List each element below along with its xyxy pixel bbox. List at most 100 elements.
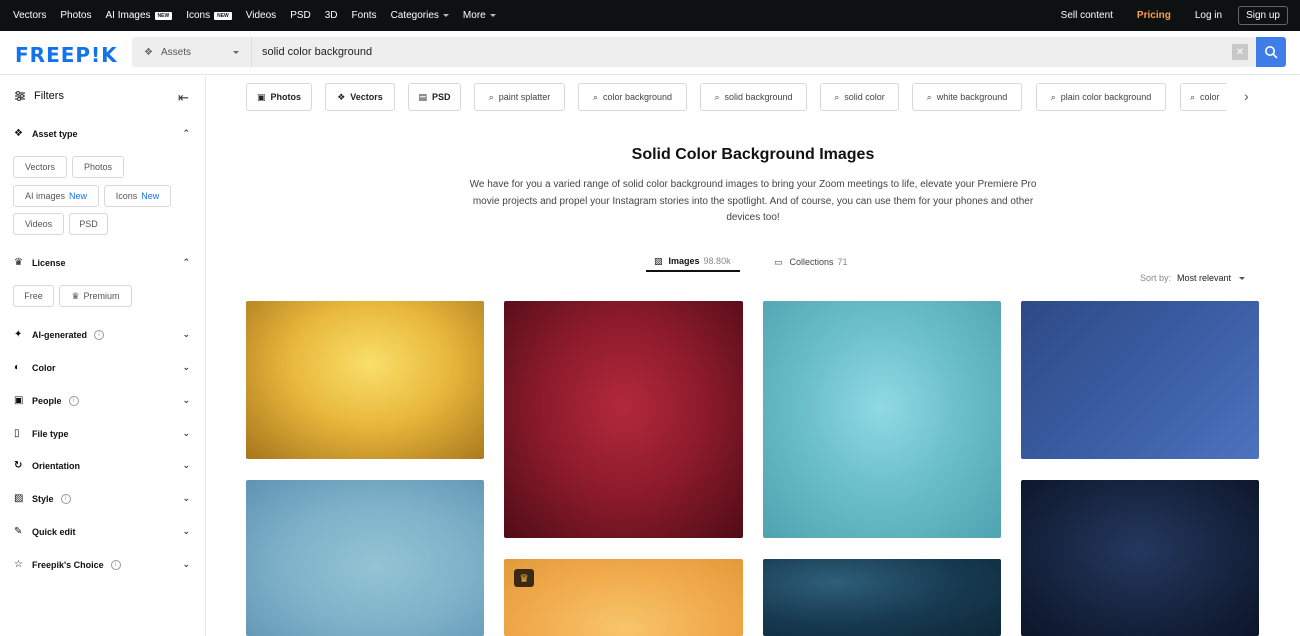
assets-dropdown[interactable]: ❖ Assets [132, 37, 252, 67]
info-icon[interactable]: i [110, 559, 121, 570]
tag-color[interactable]: ⌕ color [1180, 83, 1226, 111]
search-icon: ⌕ [926, 91, 932, 102]
nav-ai-images-label: AI Images [105, 10, 151, 21]
nav-icons[interactable]: Icons NEW [186, 10, 232, 21]
tag-plain-color-background[interactable]: ⌕ plain color background [1036, 83, 1166, 111]
chip-free[interactable]: Free [13, 285, 54, 307]
tab-collections[interactable]: ▭ Collections 71 [774, 252, 848, 272]
tag-white-background[interactable]: ⌕ white background [912, 83, 1022, 111]
quick-edit-section[interactable]: ✎ Quick edit ⌄ [14, 526, 190, 537]
collapse-sidebar-button[interactable]: ⇤ [178, 90, 189, 106]
nav-more[interactable]: More [463, 10, 496, 21]
info-icon[interactable]: i [68, 395, 79, 406]
chevron-down-icon: ⌄ [182, 428, 190, 438]
sort-label: Sort by: [1140, 273, 1172, 283]
chevron-down-icon: ⌄ [182, 526, 190, 536]
rotate-icon: ↻ [14, 460, 23, 471]
chip-premium-label: Premium [83, 291, 120, 301]
sell-content-link[interactable]: Sell content [1061, 10, 1113, 21]
top-nav-account: Sell content Pricing Log in Sign up [1037, 6, 1300, 25]
result-image-light-blue[interactable] [246, 480, 484, 636]
search-icon: ⌕ [488, 91, 494, 102]
tag-label: solid background [724, 92, 793, 102]
chip-videos[interactable]: Videos [13, 213, 64, 235]
chevron-right-icon: › [1244, 88, 1249, 104]
tags-next-button[interactable]: › [1244, 88, 1249, 104]
quick-edit-label: Quick edit [32, 526, 76, 537]
tag-color-background[interactable]: ⌕ color background [578, 83, 687, 111]
nav-more-label: More [462, 10, 486, 21]
asset-type-section[interactable]: ❖ Asset type ⌃ [14, 128, 190, 139]
freepiks-choice-section[interactable]: ☆ Freepik's Choice i ⌄ [14, 559, 190, 570]
result-image-red[interactable] [504, 301, 743, 538]
nav-videos[interactable]: Videos [246, 10, 276, 21]
ai-generated-section[interactable]: ✦ AI-generated i ⌄ [14, 329, 190, 340]
chip-premium[interactable]: ♛ Premium [59, 285, 132, 307]
file-icon: ▯ [14, 428, 20, 439]
chip-ai-images-label: AI images [24, 191, 65, 201]
signup-button[interactable]: Sign up [1238, 6, 1288, 25]
tag-psd[interactable]: ▤ PSD [408, 83, 461, 111]
nav-fonts[interactable]: Fonts [352, 10, 377, 21]
file-type-section[interactable]: ▯ File type ⌄ [14, 428, 190, 439]
info-icon[interactable]: i [94, 329, 105, 340]
freepiks-choice-label: Freepik's Choice [32, 559, 104, 570]
license-section[interactable]: ♛ License ⌃ [14, 257, 190, 268]
result-image-teal[interactable] [763, 301, 1001, 538]
images-tab-icon: ▧ [654, 255, 663, 266]
page-description: We have for you a varied range of solid … [469, 179, 1037, 223]
tag-solid-color[interactable]: ⌕ solid color [820, 83, 899, 111]
nav-3d[interactable]: 3D [325, 10, 338, 21]
chip-ai-images[interactable]: AI images New [13, 185, 99, 207]
result-image-navy[interactable] [1021, 301, 1259, 459]
color-section[interactable]: ◐ Color ⌄ [14, 362, 190, 373]
search-icon: ⌕ [834, 91, 840, 102]
chevron-down-icon: ⌄ [182, 362, 190, 372]
nav-categories[interactable]: Categories [391, 10, 449, 21]
sort-dropdown[interactable]: Sort by: Most relevant [1140, 273, 1246, 283]
star-icon: ☆ [14, 559, 23, 570]
tag-label: Vectors [350, 92, 383, 102]
tab-images[interactable]: ▧ Images 98.80k [646, 252, 740, 272]
crown-icon: ♛ [14, 257, 23, 268]
result-image-orange[interactable]: ♛ [504, 559, 743, 636]
result-image-dark-teal[interactable] [763, 559, 1001, 636]
chevron-down-icon: ⌄ [182, 559, 190, 569]
chevron-down-icon: ⌄ [182, 493, 190, 503]
tab-images-count: 98.80k [703, 256, 731, 266]
tag-solid-background[interactable]: ⌕ solid background [700, 83, 807, 111]
chip-new-badge: New [69, 191, 88, 201]
search-header: FREEP!K ❖ Assets ✕ [0, 31, 1300, 75]
tag-photos[interactable]: ▣ Photos [246, 83, 312, 111]
color-label: Color [32, 362, 56, 373]
nav-vectors[interactable]: Vectors [13, 10, 46, 21]
nav-psd[interactable]: PSD [290, 10, 311, 21]
orientation-section[interactable]: ↻ Orientation ⌄ [14, 460, 190, 471]
search-icon: ⌕ [592, 91, 598, 102]
freepik-logo[interactable]: FREEP!K [15, 43, 118, 67]
chip-new-badge: New [141, 191, 160, 201]
tag-label: Photos [270, 92, 302, 102]
search-bar: ❖ Assets ✕ [132, 37, 1286, 67]
style-section[interactable]: ▨ Style i ⌄ [14, 493, 190, 504]
login-link[interactable]: Log in [1195, 10, 1222, 21]
search-icon [1265, 46, 1278, 59]
search-button[interactable] [1256, 37, 1286, 67]
tag-label: color background [603, 92, 673, 102]
tag-vectors[interactable]: ❖ Vectors [325, 83, 395, 111]
assets-label: Assets [160, 46, 191, 58]
result-image-dark-blue[interactable] [1021, 480, 1259, 636]
nav-photos[interactable]: Photos [60, 10, 91, 21]
chip-icons[interactable]: Icons New [104, 185, 171, 207]
wand-icon: ✎ [14, 526, 23, 537]
people-section[interactable]: ▣ People i ⌄ [14, 395, 190, 406]
chip-psd[interactable]: PSD [69, 213, 108, 235]
folder-icon: ▭ [774, 256, 783, 267]
tag-paint-splatter[interactable]: ⌕ paint splatter [474, 83, 565, 111]
info-icon[interactable]: i [60, 493, 71, 504]
result-image-yellow[interactable] [246, 301, 484, 459]
clear-search-button[interactable]: ✕ [1232, 44, 1248, 60]
pricing-link[interactable]: Pricing [1137, 10, 1171, 21]
nav-ai-images[interactable]: AI Images NEW [106, 10, 173, 21]
search-input[interactable] [252, 46, 1232, 58]
